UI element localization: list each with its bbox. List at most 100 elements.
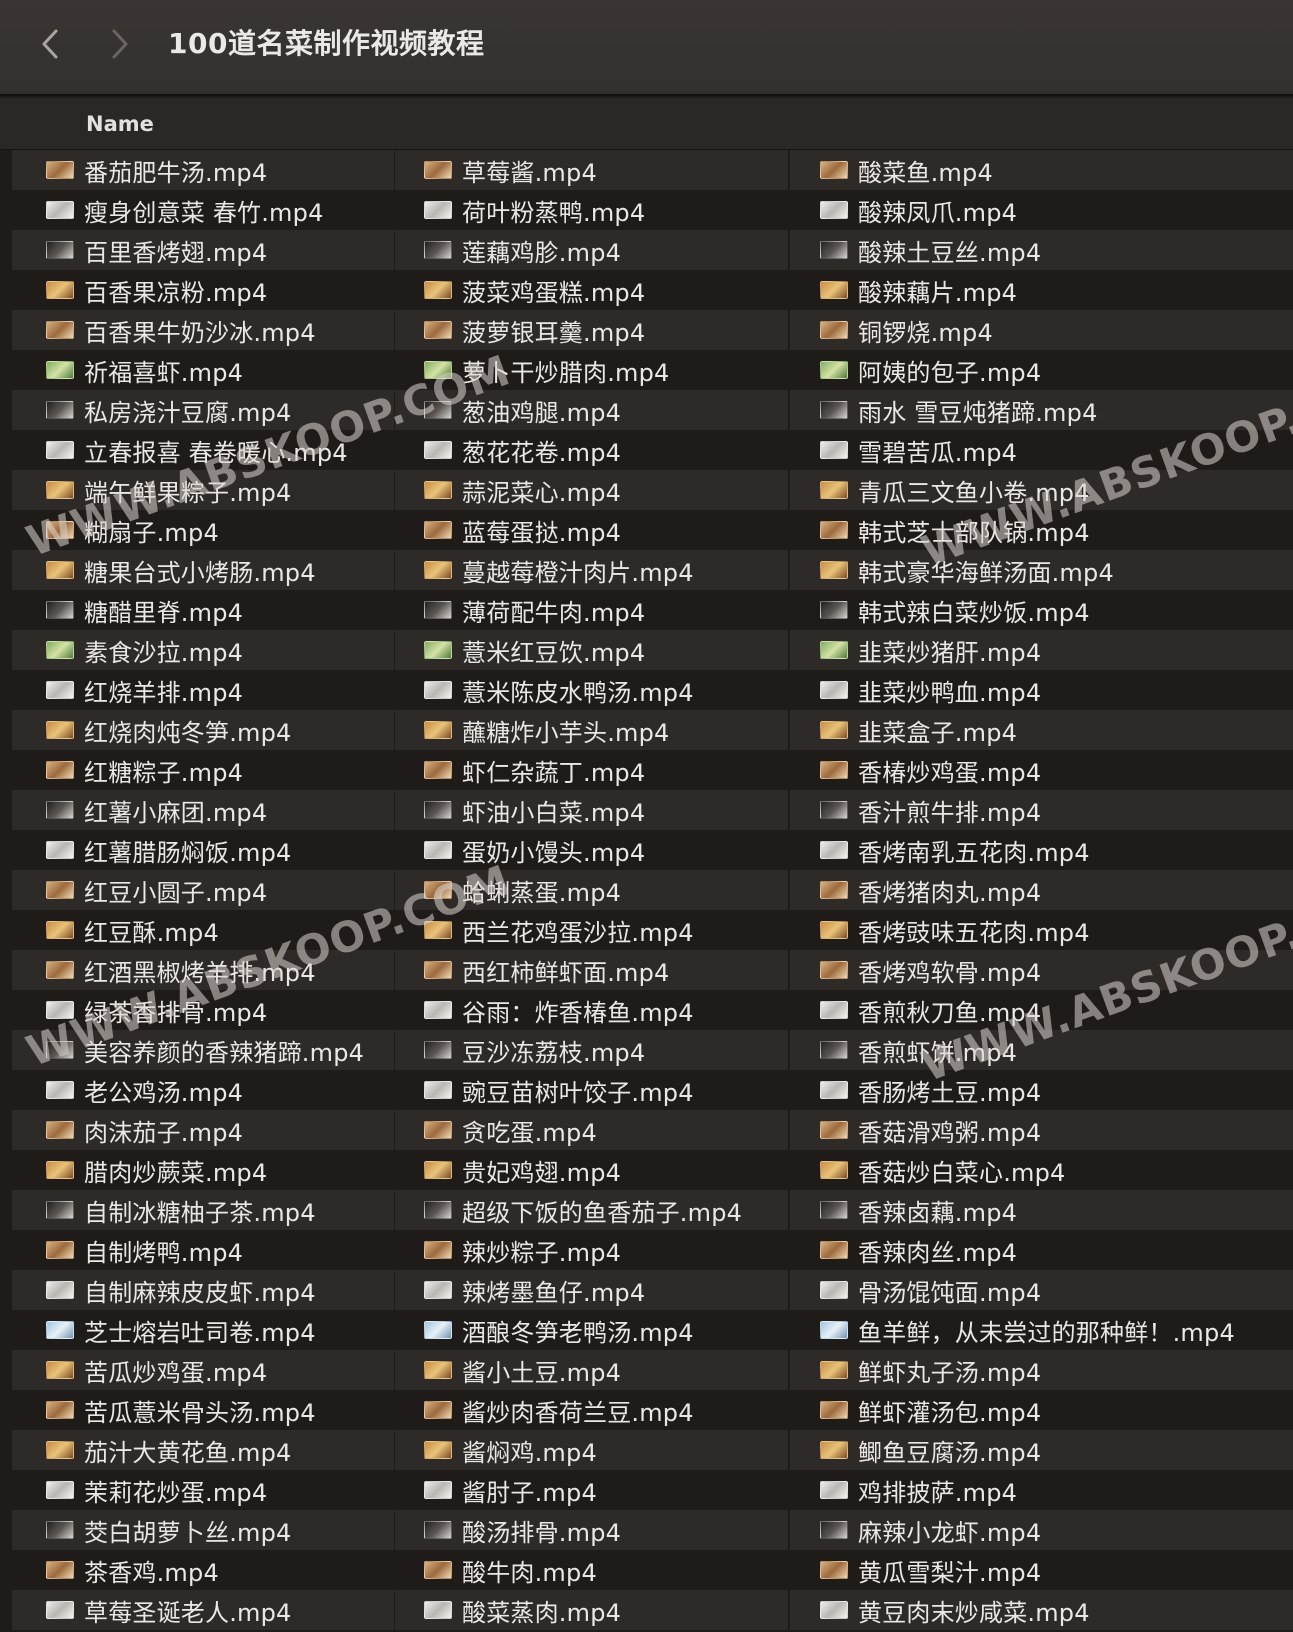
file-row[interactable]: 西兰花鸡蛋沙拉.mp4	[395, 910, 788, 950]
file-row[interactable]: 糖醋里脊.mp4	[12, 590, 394, 630]
file-row[interactable]: 香菇炒白菜心.mp4	[790, 1150, 1293, 1190]
file-row[interactable]: 西红柿鲜虾面.mp4	[395, 950, 788, 990]
file-row[interactable]: 酸菜鱼.mp4	[790, 150, 1293, 190]
file-row[interactable]: 立春报喜 春卷暖心.mp4	[12, 430, 394, 470]
file-row[interactable]: 绿茶香排骨.mp4	[12, 990, 394, 1030]
file-row[interactable]: 瘦身创意菜 春竹.mp4	[12, 190, 394, 230]
file-row[interactable]: 贪吃蛋.mp4	[395, 1110, 788, 1150]
file-row[interactable]: 蓝莓蛋挞.mp4	[395, 510, 788, 550]
file-row[interactable]: 老公鸡汤.mp4	[12, 1070, 394, 1110]
file-row[interactable]: 阿姨的包子.mp4	[790, 350, 1293, 390]
file-row[interactable]: 香汁煎牛排.mp4	[790, 790, 1293, 830]
file-row[interactable]: 红薯腊肠焖饭.mp4	[12, 830, 394, 870]
file-row[interactable]: 酸牛肉.mp4	[395, 1550, 788, 1590]
file-row[interactable]: 雨水 雪豆炖猪蹄.mp4	[790, 390, 1293, 430]
file-row[interactable]: 薏米红豆饮.mp4	[395, 630, 788, 670]
file-row[interactable]: 酱肘子.mp4	[395, 1470, 788, 1510]
file-row[interactable]: 麻辣小龙虾.mp4	[790, 1510, 1293, 1550]
file-row[interactable]: 酸辣土豆丝.mp4	[790, 230, 1293, 270]
file-row[interactable]: 素食沙拉.mp4	[12, 630, 394, 670]
file-row[interactable]: 韩式芝士部队锅.mp4	[790, 510, 1293, 550]
file-row[interactable]: 红豆酥.mp4	[12, 910, 394, 950]
file-row[interactable]: 青瓜三文鱼小卷.mp4	[790, 470, 1293, 510]
file-row[interactable]: 韭菜盒子.mp4	[790, 710, 1293, 750]
file-row[interactable]: 酱炒肉香荷兰豆.mp4	[395, 1390, 788, 1430]
file-row[interactable]: 香烤猪肉丸.mp4	[790, 870, 1293, 910]
file-row[interactable]: 萝卜干炒腊肉.mp4	[395, 350, 788, 390]
file-row[interactable]: 糖果台式小烤肠.mp4	[12, 550, 394, 590]
file-row[interactable]: 鸡排披萨.mp4	[790, 1470, 1293, 1510]
forward-button[interactable]	[100, 24, 140, 64]
file-row[interactable]: 蒜泥菜心.mp4	[395, 470, 788, 510]
file-row[interactable]: 鲜虾丸子汤.mp4	[790, 1350, 1293, 1390]
file-row[interactable]: 百香果凉粉.mp4	[12, 270, 394, 310]
file-row[interactable]: 草莓圣诞老人.mp4	[12, 1590, 394, 1630]
file-row[interactable]: 酱焖鸡.mp4	[395, 1430, 788, 1470]
file-row[interactable]: 茄汁大黄花鱼.mp4	[12, 1430, 394, 1470]
file-row[interactable]: 祈福喜虾.mp4	[12, 350, 394, 390]
file-row[interactable]: 自制烤鸭.mp4	[12, 1230, 394, 1270]
file-row[interactable]: 莲藕鸡胗.mp4	[395, 230, 788, 270]
file-row[interactable]: 酱小土豆.mp4	[395, 1350, 788, 1390]
file-row[interactable]: 豌豆苗树叶饺子.mp4	[395, 1070, 788, 1110]
file-row[interactable]: 香煎虾饼.mp4	[790, 1030, 1293, 1070]
file-row[interactable]: 香烤豉味五花肉.mp4	[790, 910, 1293, 950]
file-row[interactable]: 豆沙冻荔枝.mp4	[395, 1030, 788, 1070]
file-row[interactable]: 肉沫茄子.mp4	[12, 1110, 394, 1150]
column-header-name[interactable]: Name	[86, 98, 154, 150]
file-row[interactable]: 香煎秋刀鱼.mp4	[790, 990, 1293, 1030]
file-row[interactable]: 美容养颜的香辣猪蹄.mp4	[12, 1030, 394, 1070]
file-row[interactable]: 自制冰糖柚子茶.mp4	[12, 1190, 394, 1230]
file-row[interactable]: 酸菜蒸肉.mp4	[395, 1590, 788, 1630]
file-row[interactable]: 百里香烤翅.mp4	[12, 230, 394, 270]
file-row[interactable]: 红烧肉炖冬笋.mp4	[12, 710, 394, 750]
file-row[interactable]: 辣烤墨鱼仔.mp4	[395, 1270, 788, 1310]
file-row[interactable]: 红豆小圆子.mp4	[12, 870, 394, 910]
file-row[interactable]: 草莓酱.mp4	[395, 150, 788, 190]
file-row[interactable]: 超级下饭的鱼香茄子.mp4	[395, 1190, 788, 1230]
file-row[interactable]: 荷叶粉蒸鸭.mp4	[395, 190, 788, 230]
file-row[interactable]: 香菇滑鸡粥.mp4	[790, 1110, 1293, 1150]
file-row[interactable]: 茶香鸡.mp4	[12, 1550, 394, 1590]
file-row[interactable]: 糊扇子.mp4	[12, 510, 394, 550]
file-row[interactable]: 红薯小麻团.mp4	[12, 790, 394, 830]
file-row[interactable]: 苦瓜炒鸡蛋.mp4	[12, 1350, 394, 1390]
file-row[interactable]: 番茄肥牛汤.mp4	[12, 150, 394, 190]
file-row[interactable]: 酸辣藕片.mp4	[790, 270, 1293, 310]
file-row[interactable]: 香肠烤土豆.mp4	[790, 1070, 1293, 1110]
file-row[interactable]: 鱼羊鲜，从未尝过的那种鲜！.mp4	[790, 1310, 1293, 1350]
file-row[interactable]: 蛋奶小馒头.mp4	[395, 830, 788, 870]
file-row[interactable]: 香烤鸡软骨.mp4	[790, 950, 1293, 990]
file-row[interactable]: 黄瓜雪梨汁.mp4	[790, 1550, 1293, 1590]
file-row[interactable]: 酒酿冬笋老鸭汤.mp4	[395, 1310, 788, 1350]
file-row[interactable]: 薄荷配牛肉.mp4	[395, 590, 788, 630]
file-row[interactable]: 黄豆肉末炒咸菜.mp4	[790, 1590, 1293, 1630]
file-row[interactable]: 韩式豪华海鲜汤面.mp4	[790, 550, 1293, 590]
file-row[interactable]: 百香果牛奶沙冰.mp4	[12, 310, 394, 350]
back-button[interactable]	[30, 24, 70, 64]
file-row[interactable]: 鲜虾灌汤包.mp4	[790, 1390, 1293, 1430]
file-row[interactable]: 鲫鱼豆腐汤.mp4	[790, 1430, 1293, 1470]
file-row[interactable]: 葱花花卷.mp4	[395, 430, 788, 470]
file-row[interactable]: 腊肉炒蕨菜.mp4	[12, 1150, 394, 1190]
file-row[interactable]: 自制麻辣皮皮虾.mp4	[12, 1270, 394, 1310]
file-row[interactable]: 茉莉花炒蛋.mp4	[12, 1470, 394, 1510]
file-row[interactable]: 酸汤排骨.mp4	[395, 1510, 788, 1550]
file-row[interactable]: 红酒黑椒烤羊排.mp4	[12, 950, 394, 990]
file-row[interactable]: 端午鲜果粽子.mp4	[12, 470, 394, 510]
file-row[interactable]: 薏米陈皮水鸭汤.mp4	[395, 670, 788, 710]
file-row[interactable]: 葱油鸡腿.mp4	[395, 390, 788, 430]
file-row[interactable]: 辣炒粽子.mp4	[395, 1230, 788, 1270]
file-row[interactable]: 韭菜炒猪肝.mp4	[790, 630, 1293, 670]
file-row[interactable]: 蘸糖炸小芋头.mp4	[395, 710, 788, 750]
file-row[interactable]: 芝士熔岩吐司卷.mp4	[12, 1310, 394, 1350]
file-row[interactable]: 蛤蜊蒸蛋.mp4	[395, 870, 788, 910]
file-row[interactable]: 菠萝银耳羹.mp4	[395, 310, 788, 350]
file-row[interactable]: 蔓越莓橙汁肉片.mp4	[395, 550, 788, 590]
file-row[interactable]: 香辣肉丝.mp4	[790, 1230, 1293, 1270]
file-row[interactable]: 香椿炒鸡蛋.mp4	[790, 750, 1293, 790]
file-row[interactable]: 私房浇汁豆腐.mp4	[12, 390, 394, 430]
file-row[interactable]: 香烤南乳五花肉.mp4	[790, 830, 1293, 870]
file-row[interactable]: 贵妃鸡翅.mp4	[395, 1150, 788, 1190]
file-row[interactable]: 红糖粽子.mp4	[12, 750, 394, 790]
